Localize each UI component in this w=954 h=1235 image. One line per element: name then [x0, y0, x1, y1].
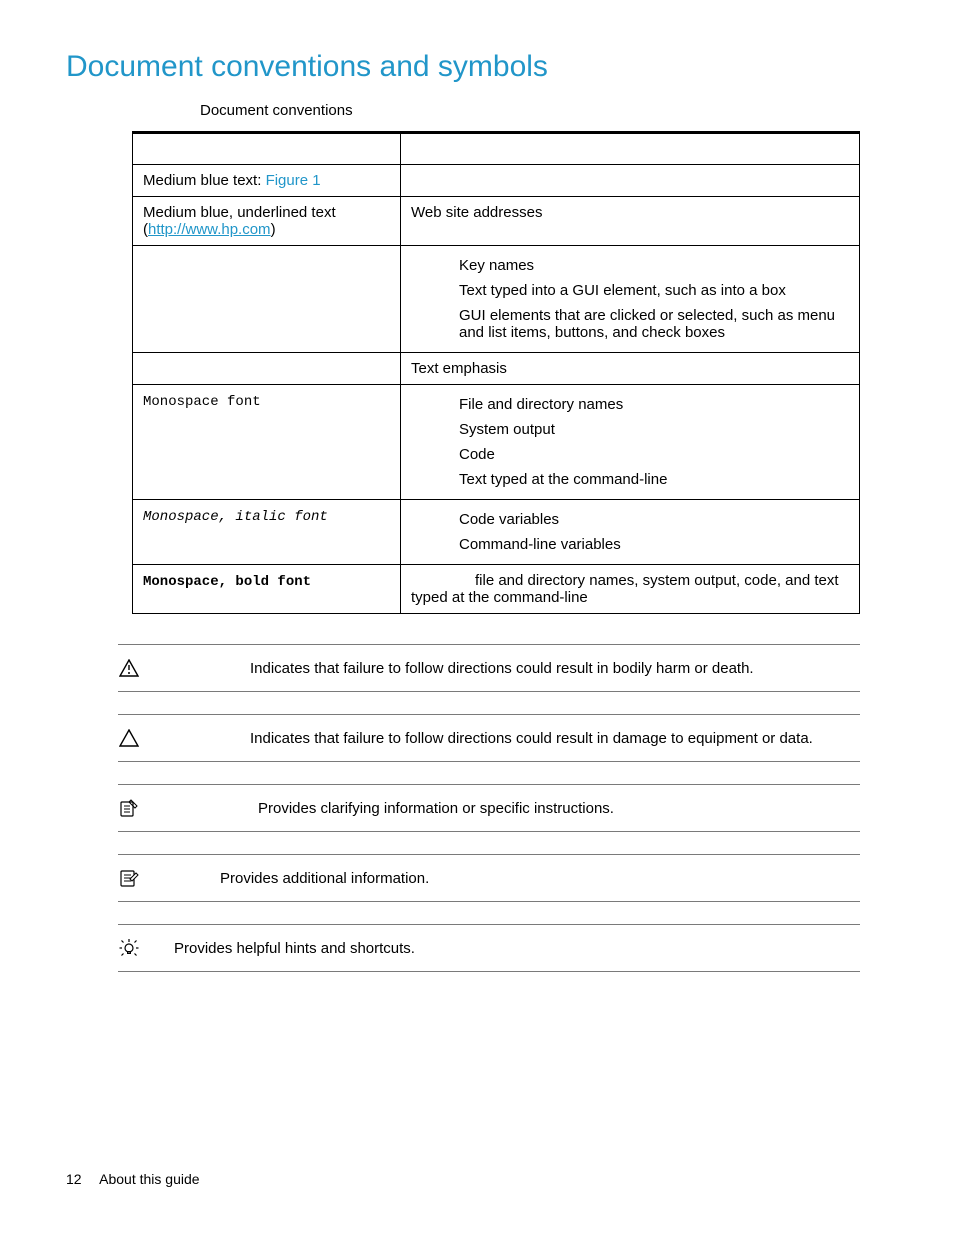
list-item: Text typed at the command-line	[459, 467, 849, 492]
cell-text: Medium blue, underlined text	[143, 204, 336, 221]
table-row: Monospace font File and directory names …	[133, 385, 860, 500]
symbol-row-tip: Provides helpful hints and shortcuts.	[118, 924, 860, 972]
symbol-text: Indicates that failure to follow directi…	[170, 730, 860, 747]
cell-text-partial: typed at the command-line	[411, 589, 588, 606]
page-number: 12	[66, 1171, 96, 1187]
cell-text: Monospace, bold font	[143, 574, 311, 590]
list-item: Command-line variables	[459, 532, 849, 557]
table-row: Medium blue text: Figure 1	[133, 165, 860, 197]
list-item: Key names	[459, 253, 849, 278]
cell-text: Monospace font	[143, 394, 261, 410]
list-item: Text typed into a GUI element, such as i…	[459, 278, 849, 303]
cell-text-partial: file and directory names, system output,…	[411, 572, 839, 589]
table-caption: Document conventions	[200, 102, 888, 119]
symbol-row-important: Provides clarifying information or speci…	[118, 784, 860, 832]
cell-text: Web site addresses	[401, 197, 860, 246]
symbol-row-note: Provides additional information.	[118, 854, 860, 902]
symbol-text: Provides clarifying information or speci…	[170, 800, 860, 817]
caution-triangle-icon	[118, 727, 140, 749]
symbol-row-caution: Indicates that failure to follow directi…	[118, 714, 860, 762]
conventions-table: Medium blue text: Figure 1 Medium blue, …	[132, 131, 860, 614]
cell-text: Text emphasis	[401, 353, 860, 385]
cell-text	[401, 165, 860, 197]
list-item: File and directory names	[459, 392, 849, 417]
table-row: Monospace, bold font file and directory …	[133, 565, 860, 614]
symbols-section: Indicates that failure to follow directi…	[118, 644, 860, 972]
warning-triangle-icon	[118, 657, 140, 679]
symbol-row-warning: Indicates that failure to follow directi…	[118, 644, 860, 692]
list-item: System output	[459, 417, 849, 442]
symbol-text: Provides helpful hints and shortcuts.	[170, 940, 860, 957]
figure-link[interactable]: Figure 1	[266, 172, 321, 189]
note-icon	[118, 867, 140, 889]
cell-text: Monospace, italic font	[143, 509, 328, 525]
important-note-icon	[118, 797, 140, 819]
tip-lightbulb-icon	[118, 937, 140, 959]
table-row: Monospace, italic font Code variables Co…	[133, 500, 860, 565]
list-item: Code variables	[459, 507, 849, 532]
list-item: GUI elements that are clicked or selecte…	[459, 303, 849, 345]
table-row: Text emphasis	[133, 353, 860, 385]
table-row: Key names Text typed into a GUI element,…	[133, 246, 860, 353]
footer-section-title: About this guide	[99, 1171, 199, 1187]
list-item: Code	[459, 442, 849, 467]
symbol-text: Provides additional information.	[170, 870, 860, 887]
symbol-text: Indicates that failure to follow directi…	[170, 660, 860, 677]
page-heading: Document conventions and symbols	[66, 50, 888, 84]
cell-text: Medium blue text:	[143, 172, 266, 189]
url-link[interactable]: http://www.hp.com	[148, 221, 271, 238]
table-row: Medium blue, underlined text (http://www…	[133, 197, 860, 246]
table-header-row	[133, 133, 860, 165]
page-footer: 12 About this guide	[66, 1171, 200, 1187]
